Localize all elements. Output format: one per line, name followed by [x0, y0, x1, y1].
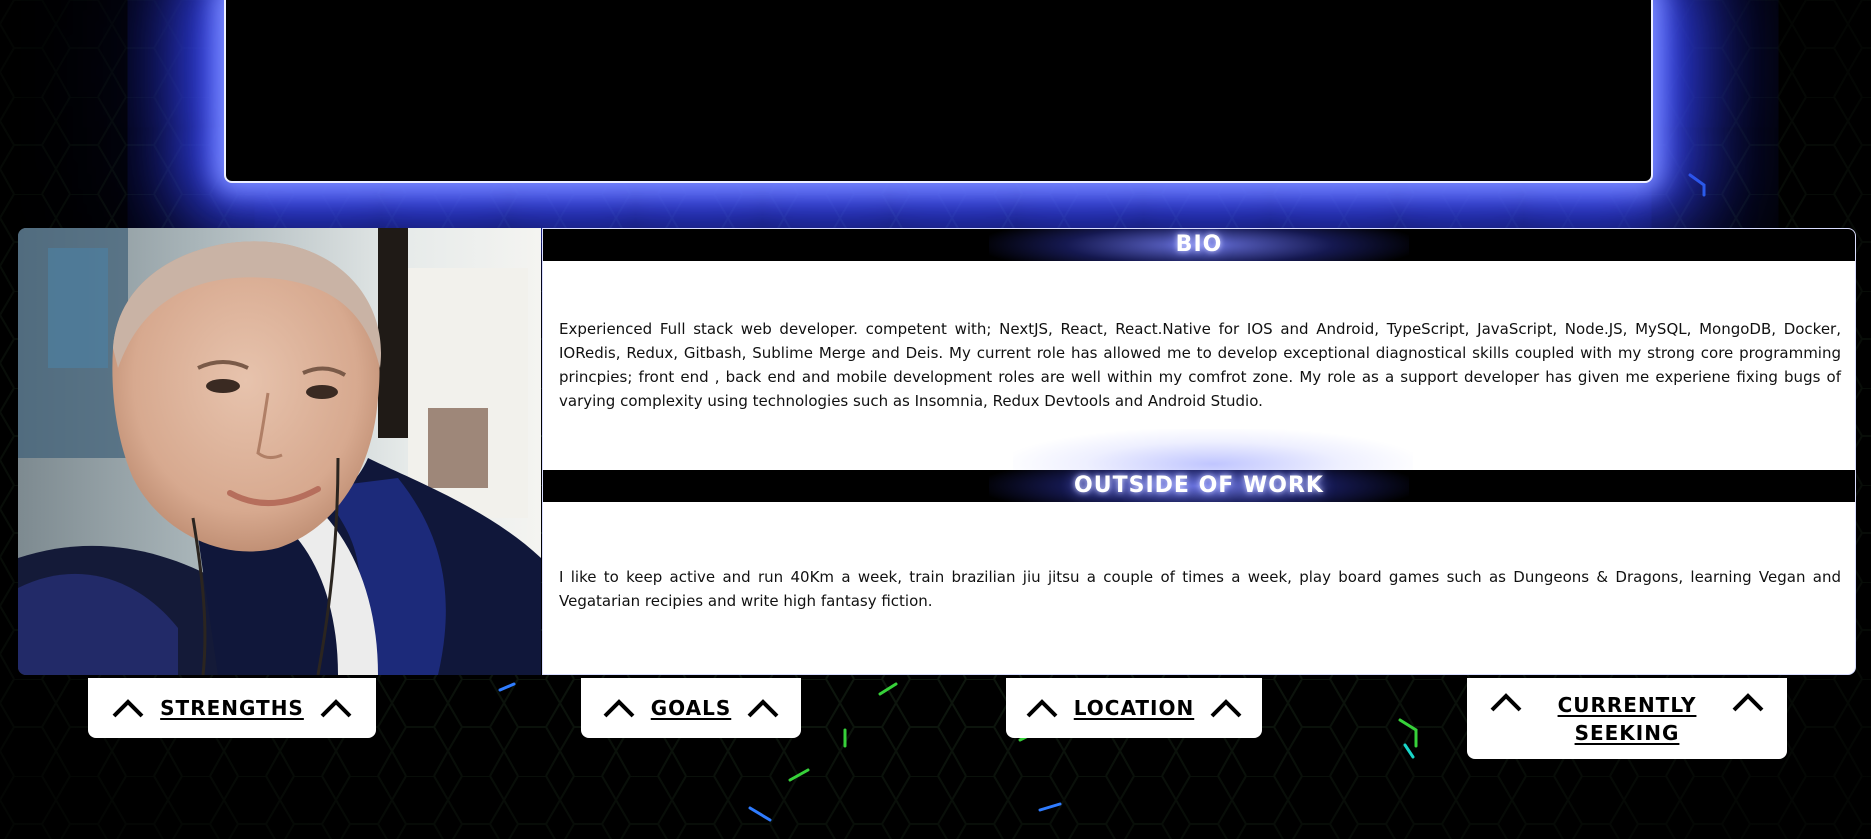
- chevron-up-icon[interactable]: [1730, 690, 1766, 714]
- outside-work-heading: OUTSIDE OF WORK: [1074, 473, 1324, 498]
- strengths-tab[interactable]: STRENGTHS: [88, 678, 376, 738]
- chevron-up-icon[interactable]: [1488, 690, 1524, 714]
- chevron-up-icon[interactable]: [318, 696, 354, 720]
- location-tab-label[interactable]: LOCATION: [1074, 694, 1194, 722]
- outside-work-text: I like to keep active and run 40Km a wee…: [559, 568, 1841, 610]
- profile-card: BIO Experienced Full stack web developer…: [18, 228, 1856, 675]
- currently-seeking-tab[interactable]: CURRENTLY SEEKING: [1467, 678, 1787, 759]
- chevron-up-icon[interactable]: [745, 696, 781, 720]
- location-tab[interactable]: LOCATION: [1006, 678, 1262, 738]
- hero-panel: [224, 0, 1653, 183]
- profile-photo: [18, 228, 541, 675]
- bio-text: Experienced Full stack web developer. co…: [559, 320, 1841, 410]
- bio-heading-bar: BIO: [543, 229, 1855, 261]
- chevron-up-icon[interactable]: [1208, 696, 1244, 720]
- goals-tab-label[interactable]: GOALS: [651, 694, 732, 722]
- chevron-up-icon[interactable]: [110, 696, 146, 720]
- currently-seeking-tab-label[interactable]: CURRENTLY SEEKING: [1552, 691, 1702, 747]
- outside-work-heading-bar: OUTSIDE OF WORK: [543, 470, 1855, 502]
- chevron-up-icon[interactable]: [1024, 696, 1060, 720]
- goals-tab[interactable]: GOALS: [581, 678, 801, 738]
- portrait-image: [18, 228, 541, 675]
- bio-heading: BIO: [1175, 232, 1223, 257]
- chevron-up-icon[interactable]: [601, 696, 637, 720]
- strengths-tab-label[interactable]: STRENGTHS: [160, 694, 304, 722]
- info-panel: BIO Experienced Full stack web developer…: [542, 228, 1856, 675]
